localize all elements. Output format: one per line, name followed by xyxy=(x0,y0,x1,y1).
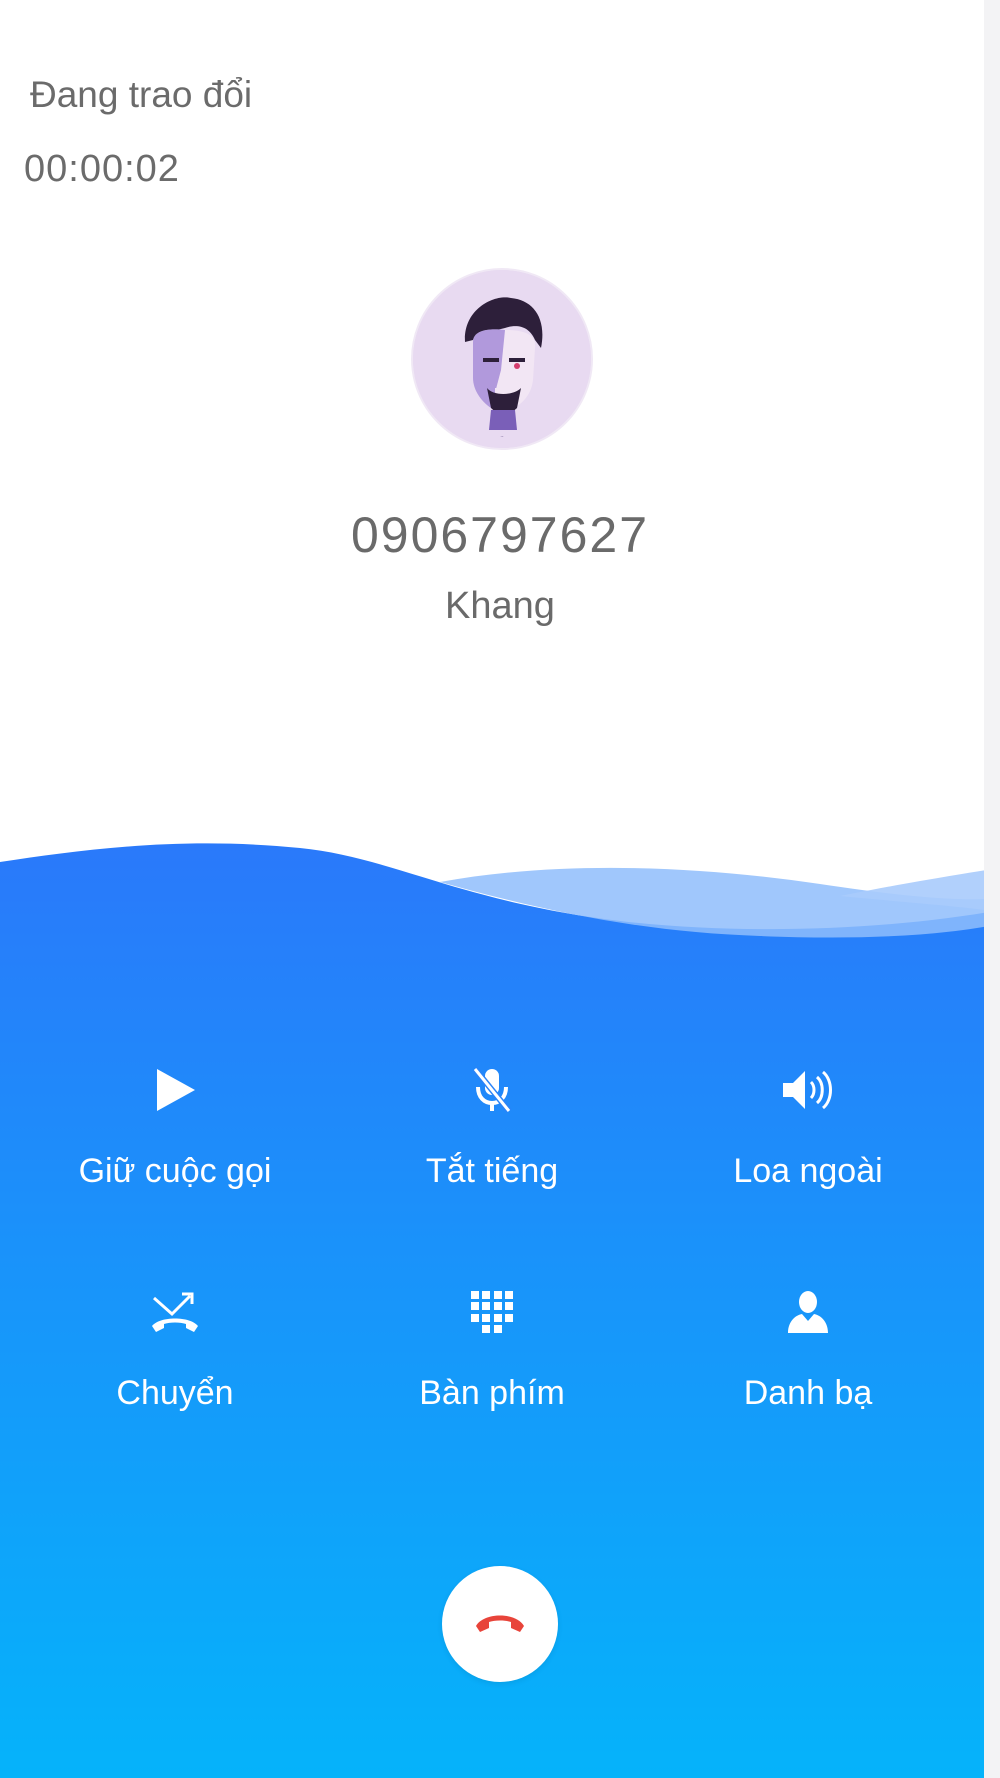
avatar: ~ xyxy=(411,268,593,450)
contacts-label: Danh bạ xyxy=(743,1374,873,1412)
contact-name: Khang xyxy=(445,585,555,627)
play-icon xyxy=(145,1060,205,1120)
contact-icon xyxy=(778,1282,838,1342)
keypad-label: Bàn phím xyxy=(419,1374,565,1412)
end-call-button[interactable] xyxy=(442,1566,558,1682)
contacts-button[interactable]: Danh bạ xyxy=(648,1282,968,1413)
hangup-icon xyxy=(474,1610,526,1639)
phone-number: 0906797627 xyxy=(350,507,650,563)
hold-button[interactable]: Giữ cuộc gọi xyxy=(15,1060,335,1191)
mute-label: Tắt tiếng xyxy=(425,1152,559,1190)
speaker-button[interactable]: Loa ngoài xyxy=(648,1060,968,1191)
mic-off-icon xyxy=(462,1060,522,1120)
call-transfer-icon xyxy=(145,1282,205,1342)
call-status: Đang trao đổi xyxy=(30,74,253,115)
speaker-icon xyxy=(778,1060,838,1120)
speaker-label: Loa ngoài xyxy=(733,1152,883,1190)
transfer-button[interactable]: Chuyển xyxy=(15,1282,335,1413)
svg-text:~: ~ xyxy=(500,434,503,439)
transfer-label: Chuyển xyxy=(116,1374,234,1412)
hold-label: Giữ cuộc gọi xyxy=(78,1152,272,1190)
keypad-button[interactable]: Bàn phím xyxy=(332,1282,652,1413)
mute-button[interactable]: Tắt tiếng xyxy=(332,1060,652,1191)
keypad-icon xyxy=(462,1282,522,1342)
call-timer: 00:00:02 xyxy=(24,148,180,190)
